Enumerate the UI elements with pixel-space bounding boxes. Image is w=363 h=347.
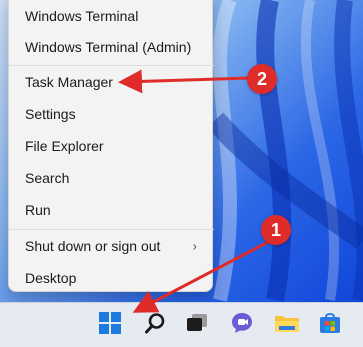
menu-item-search[interactable]: Search <box>14 163 207 193</box>
chevron-right-icon: › <box>192 238 197 254</box>
menu-item-task-manager[interactable]: Task Manager <box>14 67 207 97</box>
menu-item-settings[interactable]: Settings <box>14 99 207 129</box>
menu-item-file-explorer[interactable]: File Explorer <box>14 131 207 161</box>
task-view-icon[interactable] <box>180 306 214 340</box>
annotation-badge-1: 1 <box>261 215 291 245</box>
teams-chat-icon[interactable] <box>225 306 259 340</box>
windows-start-icon[interactable] <box>93 306 127 340</box>
winx-context-menu: Windows Terminal Windows Terminal (Admin… <box>8 0 214 293</box>
menu-item-label: Shut down or sign out <box>25 238 161 254</box>
menu-item-windows-terminal-admin[interactable]: Windows Terminal (Admin) <box>14 32 207 62</box>
microsoft-store-icon[interactable] <box>313 306 347 340</box>
menu-item-desktop[interactable]: Desktop <box>14 263 207 293</box>
search-icon[interactable] <box>138 306 172 340</box>
file-explorer-icon[interactable] <box>270 306 304 340</box>
menu-item-shut-down-or-sign-out[interactable]: Shut down or sign out › <box>14 231 207 261</box>
menu-separator <box>9 65 214 66</box>
menu-item-windows-terminal[interactable]: Windows Terminal <box>14 1 207 31</box>
menu-separator <box>9 229 214 230</box>
annotation-badge-2: 2 <box>247 64 277 94</box>
menu-item-run[interactable]: Run <box>14 195 207 225</box>
